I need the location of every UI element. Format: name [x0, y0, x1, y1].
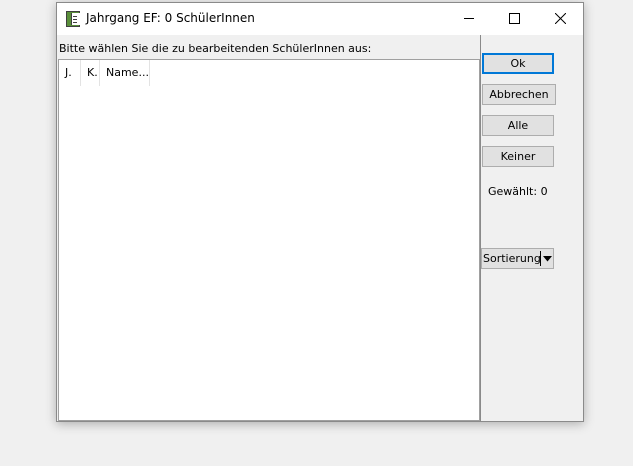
- column-header-klasse[interactable]: K.: [81, 60, 100, 86]
- student-book-icon: [66, 11, 80, 27]
- student-selection-dialog: Jahrgang EF: 0 SchülerInnen Bitte wählen…: [56, 2, 584, 422]
- window-title: Jahrgang EF: 0 SchülerInnen: [86, 11, 255, 25]
- column-header-name[interactable]: Name...: [100, 60, 150, 86]
- dropdown-divider: [540, 251, 541, 266]
- selected-count: Gewählt: 0: [488, 185, 548, 198]
- column-header-jahrgang[interactable]: J.: [59, 60, 81, 86]
- desktop: Jahrgang EF: 0 SchülerInnen Bitte wählen…: [0, 0, 633, 466]
- maximize-icon: [509, 13, 520, 24]
- close-icon: [555, 13, 566, 24]
- sort-dropdown[interactable]: Sortierung: [481, 248, 554, 269]
- student-list[interactable]: J. K. Name...: [58, 59, 480, 421]
- maximize-button[interactable]: [492, 3, 537, 35]
- ok-button[interactable]: Ok: [482, 53, 554, 74]
- close-button[interactable]: [538, 3, 583, 35]
- cancel-button[interactable]: Abbrechen: [482, 84, 556, 105]
- selection-prompt: Bitte wählen Sie die zu bearbeitenden Sc…: [59, 42, 372, 55]
- sort-label: Sortierung: [483, 252, 541, 265]
- dropdown-arrow-icon: [543, 256, 552, 262]
- select-all-button[interactable]: Alle: [482, 115, 554, 136]
- minimize-icon: [464, 18, 474, 19]
- select-none-button[interactable]: Keiner: [482, 146, 554, 167]
- title-bar[interactable]: Jahrgang EF: 0 SchülerInnen: [57, 3, 583, 35]
- minimize-button[interactable]: [447, 3, 492, 35]
- panel-splitter[interactable]: [480, 35, 481, 421]
